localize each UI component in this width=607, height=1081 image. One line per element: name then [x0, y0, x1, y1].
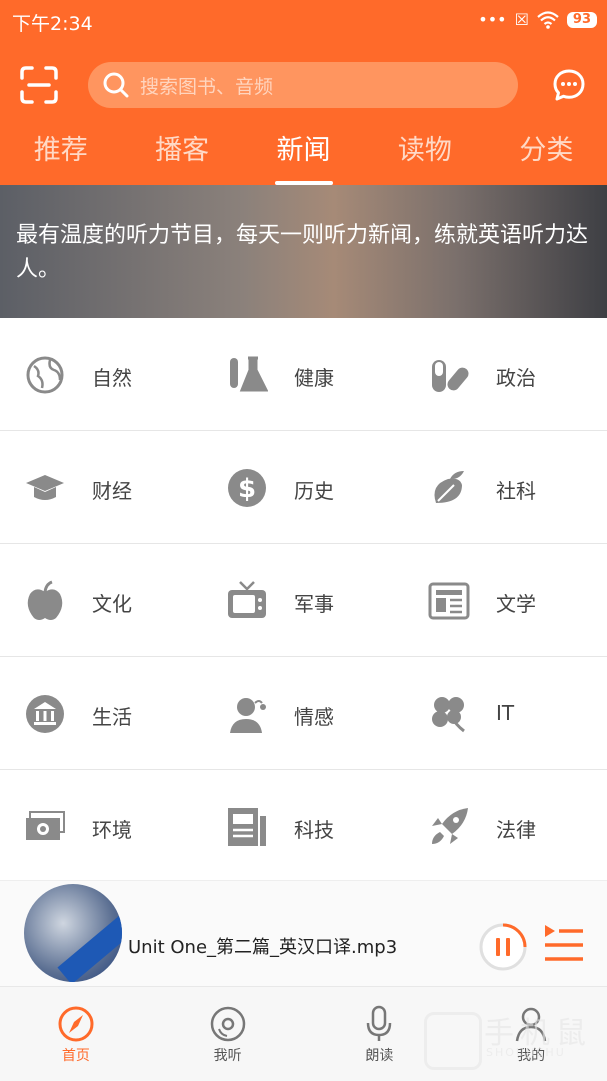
- person-headset-icon: [230, 698, 266, 733]
- status-time: 下午2:34: [12, 13, 93, 35]
- tab-news[interactable]: 新闻: [243, 128, 364, 185]
- category-label: IT: [496, 701, 515, 725]
- news-icon: [228, 808, 266, 846]
- tab-reading[interactable]: 读物: [364, 128, 485, 185]
- category-row: 生活 情感 IT: [0, 657, 607, 770]
- apple-icon: [27, 580, 63, 620]
- playlist-icon[interactable]: [541, 923, 585, 967]
- category-label: 环境: [92, 818, 132, 842]
- category-label: 政治: [496, 366, 536, 390]
- watermark-subtext: SHOUJISHU: [486, 1046, 566, 1059]
- search-input[interactable]: 搜索图书、音频: [140, 72, 273, 99]
- category-item[interactable]: 环境: [0, 770, 202, 882]
- category-item[interactable]: $ 历史: [202, 431, 404, 543]
- category-label: 自然: [92, 366, 132, 390]
- category-item[interactable]: 社科: [404, 431, 606, 543]
- pause-button[interactable]: [478, 922, 528, 972]
- disc-icon: [210, 1006, 245, 1042]
- nav-home[interactable]: 首页: [0, 987, 152, 1081]
- rocket-icon: [432, 808, 468, 844]
- category-item[interactable]: 文化: [0, 544, 202, 656]
- status-bar: 下午2:34 ••• ☒ 93: [0, 0, 607, 44]
- leaf-icon: [434, 471, 464, 503]
- category-label: 生活: [92, 705, 132, 729]
- category-item[interactable]: 生活: [0, 657, 202, 769]
- nav-label: 首页: [61, 1048, 90, 1064]
- tab-bar: 推荐 播客 新闻 读物 分类: [0, 128, 607, 185]
- watermark: 手机鼠 SHOUJISHU: [424, 1004, 594, 1070]
- svg-text:$: $: [238, 474, 256, 504]
- microphone-icon: [367, 1005, 392, 1041]
- category-grid: 自然 健康 政治 财经 $ 历史 社科 文化 军事 文学 生活 情感 IT 环境…: [0, 318, 607, 883]
- category-row: 文化 军事 文学: [0, 544, 607, 657]
- category-row: 环境 科技 法律: [0, 770, 607, 883]
- newspaper-icon: [428, 582, 470, 620]
- pill-icon: [432, 360, 469, 392]
- track-title: Unit One_第二篇_英汉口译.mp3: [128, 937, 398, 958]
- compass-icon: [58, 1006, 94, 1042]
- dollar-icon: $: [228, 469, 266, 507]
- category-item[interactable]: 政治: [404, 318, 606, 430]
- category-item[interactable]: 健康: [202, 318, 404, 430]
- wifi-icon: [537, 10, 559, 29]
- graduation-cap-icon: [26, 475, 64, 500]
- lab-flask-icon: [230, 356, 268, 392]
- category-label: 军事: [294, 592, 334, 616]
- category-label: 健康: [294, 366, 334, 390]
- tab-recommend[interactable]: 推荐: [0, 128, 121, 185]
- mini-player[interactable]: Unit One_第二篇_英汉口译.mp3: [0, 880, 607, 987]
- category-label: 文学: [496, 592, 536, 616]
- category-item[interactable]: 财经: [0, 431, 202, 543]
- nav-listen[interactable]: 我听: [152, 987, 304, 1081]
- battery-indicator: 93: [566, 11, 597, 28]
- category-row: 自然 健康 政治: [0, 318, 607, 431]
- album-cover[interactable]: [24, 884, 122, 982]
- money-icon: [26, 811, 65, 840]
- category-item[interactable]: 情感: [202, 657, 404, 769]
- tab-podcast[interactable]: 播客: [121, 128, 242, 185]
- tv-icon: [228, 581, 266, 618]
- no-sim-icon: ☒: [514, 10, 529, 29]
- category-item[interactable]: 文学: [404, 544, 606, 656]
- category-label: 科技: [294, 818, 334, 842]
- tab-category[interactable]: 分类: [486, 128, 607, 185]
- category-label: 文化: [92, 592, 132, 616]
- category-item[interactable]: IT: [404, 657, 606, 769]
- category-item[interactable]: 法律: [404, 770, 606, 882]
- banner-text: 最有温度的听力节目，每天一则听力新闻，练就英语听力达人。: [16, 223, 589, 282]
- category-item[interactable]: 科技: [202, 770, 404, 882]
- news-banner[interactable]: 最有温度的听力节目，每天一则听力新闻，练就英语听力达人。: [0, 185, 607, 318]
- search-icon: [103, 72, 129, 98]
- category-row: 财经 $ 历史 社科: [0, 431, 607, 544]
- category-label: 社科: [496, 479, 536, 503]
- category-item[interactable]: 军事: [202, 544, 404, 656]
- status-icons: ••• ☒ 93: [478, 10, 597, 29]
- search-bar[interactable]: 搜索图书、音频: [88, 62, 518, 108]
- category-label: 情感: [294, 705, 334, 729]
- header: 搜索图书、音频 推荐 播客 新闻 读物 分类: [0, 44, 607, 185]
- globe-icon: [26, 356, 64, 394]
- more-dots-icon: •••: [478, 10, 507, 29]
- message-icon[interactable]: [552, 68, 586, 102]
- scan-icon[interactable]: [20, 66, 58, 104]
- category-item[interactable]: 自然: [0, 318, 202, 430]
- category-label: 法律: [496, 818, 536, 842]
- category-label: 财经: [92, 479, 132, 503]
- watermark-logo: [424, 1012, 482, 1070]
- bank-icon: [26, 695, 64, 733]
- nav-label: 我听: [213, 1048, 242, 1064]
- category-label: 历史: [294, 479, 334, 503]
- clover-icon: [432, 697, 465, 733]
